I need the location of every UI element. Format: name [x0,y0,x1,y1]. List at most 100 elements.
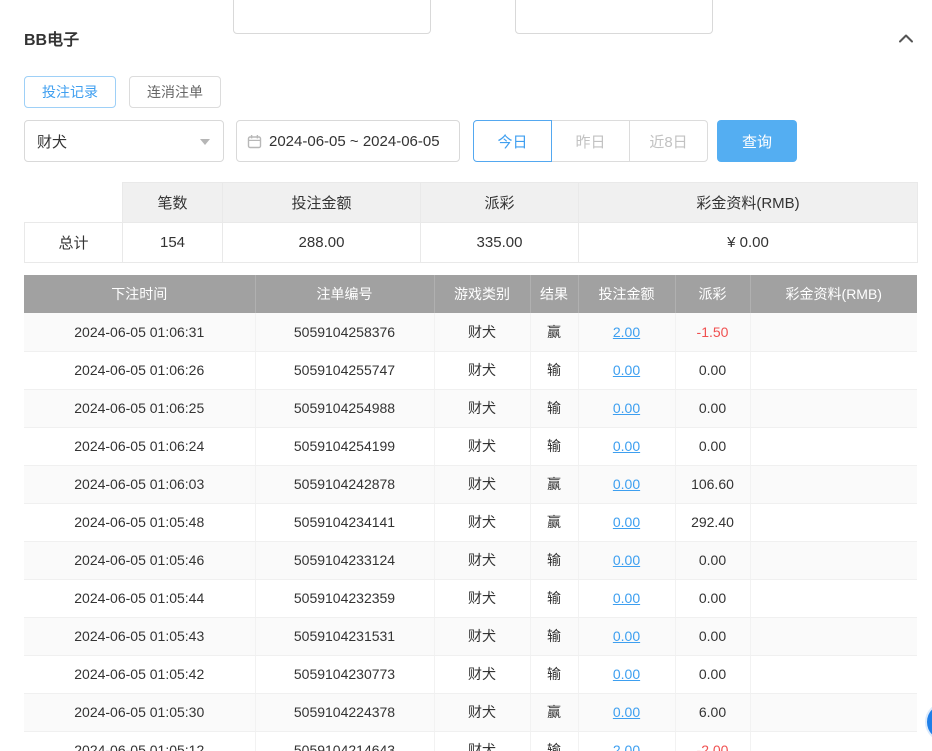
cell-result: 输 [530,541,578,579]
cell-bet-time: 2024-06-05 01:05:46 [24,541,255,579]
record-tabs: 投注记录 连消注单 [24,76,917,108]
cell-payout: 0.00 [675,655,750,693]
summary-total-row: 总计 154 288.00 335.00 ¥ 0.00 [25,223,918,263]
cell-bonus [750,503,917,541]
cell-payout: 106.60 [675,465,750,503]
cell-result: 输 [530,389,578,427]
bet-amount-link[interactable]: 0.00 [613,438,640,454]
section-title: BB电子 [24,26,79,50]
cell-bonus [750,579,917,617]
filter-bar: 财犬 2024-06-05 ~ 2024-06-05 今日 昨日 近8日 查询 [24,120,917,162]
cell-bet-amount: 0.00 [578,541,675,579]
bet-amount-link[interactable]: 2.00 [613,324,640,340]
cell-bet-amount: 0.00 [578,427,675,465]
summary-table: 笔数 投注金额 派彩 彩金资料(RMB) 总计 154 288.00 335.0… [24,182,918,263]
table-row: 2024-06-05 01:05:44 5059104232359 财犬 输 0… [24,579,917,617]
table-row: 2024-06-05 01:06:03 5059104242878 财犬 赢 0… [24,465,917,503]
cell-payout: 0.00 [675,427,750,465]
cell-bonus [750,693,917,731]
calendar-icon [247,134,262,149]
cell-game-type: 财犬 [434,389,530,427]
quick-today-button[interactable]: 今日 [473,120,552,162]
table-row: 2024-06-05 01:05:43 5059104231531 财犬 输 0… [24,617,917,655]
cell-bonus [750,655,917,693]
cell-result: 输 [530,655,578,693]
collapse-section-button[interactable] [895,27,917,49]
cell-order-id: 5059104214643 [255,731,434,751]
cell-game-type: 财犬 [434,313,530,351]
quick-yesterday-button[interactable]: 昨日 [551,120,630,162]
cell-bet-time: 2024-06-05 01:05:48 [24,503,255,541]
cell-order-id: 5059104233124 [255,541,434,579]
bet-amount-link[interactable]: 0.00 [613,666,640,682]
summary-header-blank [25,183,123,223]
quick-date-group: 今日 昨日 近8日 [473,120,708,162]
date-range-input[interactable]: 2024-06-05 ~ 2024-06-05 [236,120,460,162]
table-header-row: 下注时间 注单编号 游戏类别 结果 投注金额 派彩 彩金资料(RMB) [24,275,917,313]
cell-bet-time: 2024-06-05 01:06:25 [24,389,255,427]
summary-total-label: 总计 [25,223,123,263]
date-range-value: 2024-06-05 ~ 2024-06-05 [269,133,440,150]
bet-table-body: 2024-06-05 01:06:31 5059104258376 财犬 赢 2… [24,313,917,751]
cell-game-type: 财犬 [434,731,530,751]
cell-payout: 0.00 [675,541,750,579]
top-cropped-input-2[interactable] [515,0,713,34]
cell-bet-time: 2024-06-05 01:05:30 [24,693,255,731]
bet-amount-link[interactable]: 0.00 [613,628,640,644]
cell-result: 输 [530,427,578,465]
quick-last8days-button[interactable]: 近8日 [629,120,708,162]
cell-bet-time: 2024-06-05 01:06:03 [24,465,255,503]
table-row: 2024-06-05 01:06:26 5059104255747 财犬 输 0… [24,351,917,389]
cell-game-type: 财犬 [434,541,530,579]
bet-amount-link[interactable]: 0.00 [613,590,640,606]
bet-amount-link[interactable]: 0.00 [613,514,640,530]
cell-result: 输 [530,579,578,617]
cell-bet-time: 2024-06-05 01:05:42 [24,655,255,693]
cell-bonus [750,313,917,351]
cell-game-type: 财犬 [434,693,530,731]
cell-order-id: 5059104254988 [255,389,434,427]
cell-bet-time: 2024-06-05 01:06:24 [24,427,255,465]
cell-game-type: 财犬 [434,617,530,655]
bet-amount-link[interactable]: 0.00 [613,400,640,416]
cell-bet-amount: 0.00 [578,655,675,693]
cell-bet-amount: 0.00 [578,579,675,617]
table-row: 2024-06-05 01:05:30 5059104224378 财犬 赢 0… [24,693,917,731]
cell-result: 赢 [530,503,578,541]
cell-result: 赢 [530,465,578,503]
cell-payout: 292.40 [675,503,750,541]
cell-bet-amount: 0.00 [578,617,675,655]
cell-order-id: 5059104232359 [255,579,434,617]
summary-count-value: 154 [123,223,223,263]
cell-bet-time: 2024-06-05 01:05:43 [24,617,255,655]
table-row: 2024-06-05 01:05:48 5059104234141 财犬 赢 0… [24,503,917,541]
bet-amount-link[interactable]: 0.00 [613,552,640,568]
header-bet-time: 下注时间 [24,275,255,313]
cell-payout: -2.00 [675,731,750,751]
table-row: 2024-06-05 01:06:24 5059104254199 财犬 输 0… [24,427,917,465]
section-header: BB电子 [24,26,917,50]
bet-amount-link[interactable]: 0.00 [613,362,640,378]
summary-bonus-value: ¥ 0.00 [579,223,918,263]
summary-payout-value: 335.00 [421,223,579,263]
search-button[interactable]: 查询 [717,120,797,162]
cell-bonus [750,541,917,579]
tab-bet-records[interactable]: 投注记录 [24,76,116,108]
cell-bonus [750,731,917,751]
tab-cancelled-orders[interactable]: 连消注单 [129,76,221,108]
table-row: 2024-06-05 01:05:12 5059104214643 财犬 输 2… [24,731,917,751]
cell-bet-amount: 0.00 [578,465,675,503]
game-select[interactable]: 财犬 [24,120,224,162]
cell-bet-amount: 0.00 [578,503,675,541]
cell-bonus [750,465,917,503]
cell-game-type: 财犬 [434,579,530,617]
bet-amount-link[interactable]: 2.00 [613,742,640,751]
top-cropped-input-1[interactable] [233,0,431,34]
bet-amount-link[interactable]: 0.00 [613,704,640,720]
bet-records-table: 下注时间 注单编号 游戏类别 结果 投注金额 派彩 彩金资料(RMB) 2024… [24,275,917,751]
cell-payout: 0.00 [675,389,750,427]
cell-game-type: 财犬 [434,427,530,465]
summary-header-bet-amount: 投注金额 [223,183,421,223]
bet-amount-link[interactable]: 0.00 [613,476,640,492]
table-row: 2024-06-05 01:05:46 5059104233124 财犬 输 0… [24,541,917,579]
